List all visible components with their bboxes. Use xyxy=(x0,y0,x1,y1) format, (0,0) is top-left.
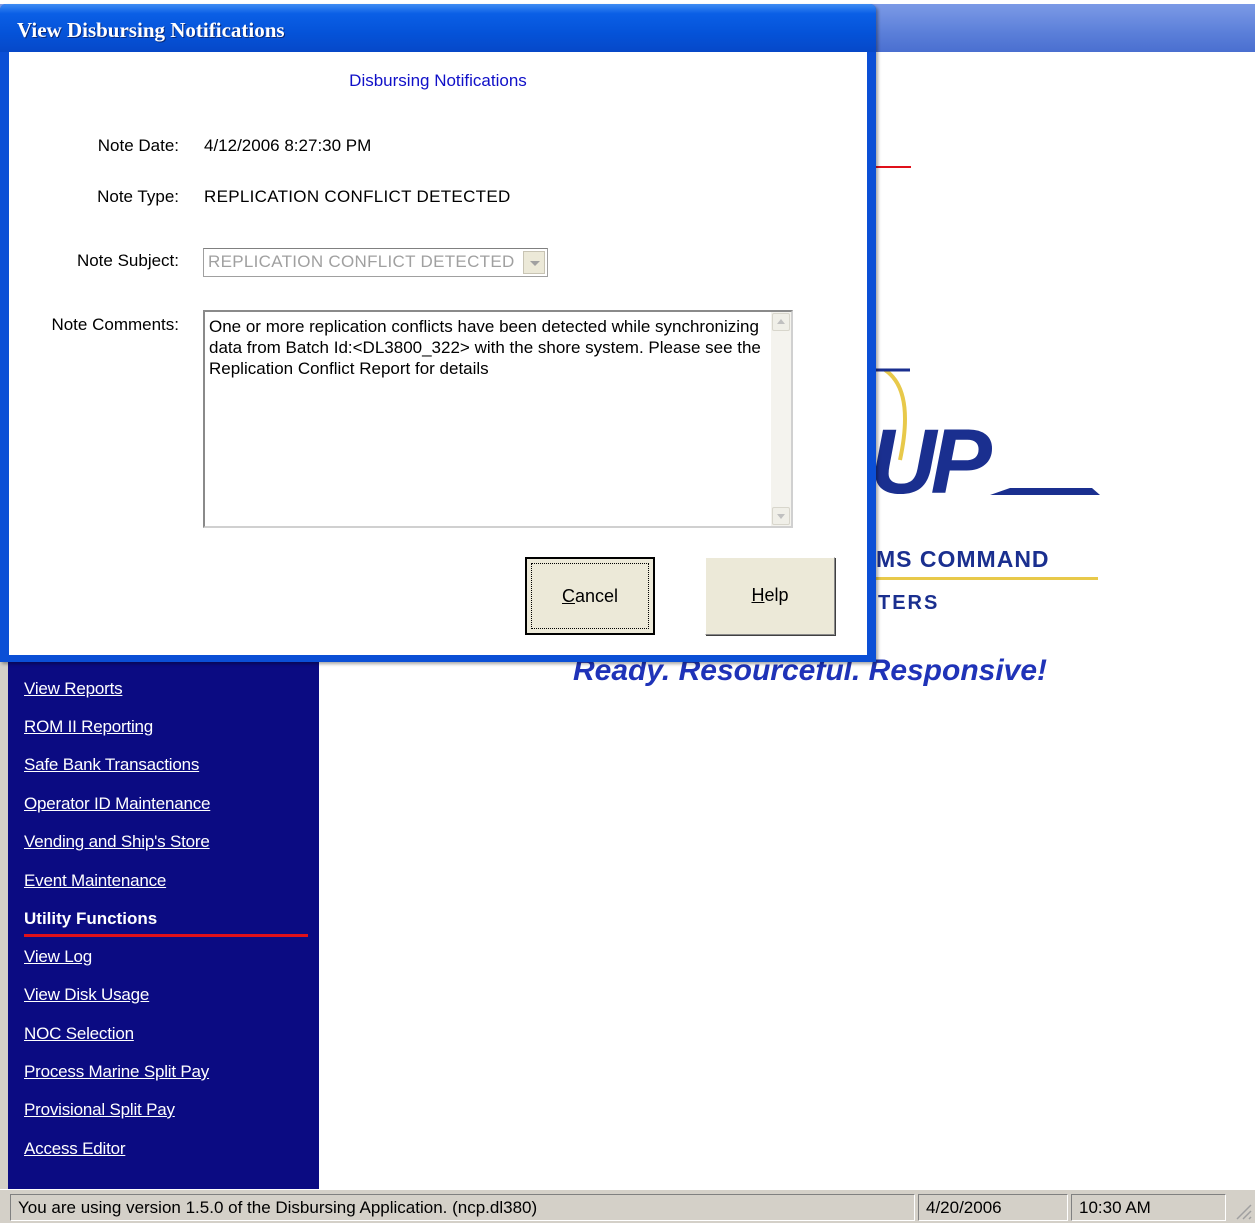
sidebar-item-process-marine-split-pay[interactable]: Process Marine Split Pay xyxy=(24,1062,209,1082)
window-frame-left xyxy=(0,655,8,1189)
sidebar-item-provisional-split-pay[interactable]: Provisional Split Pay xyxy=(24,1100,175,1120)
cancel-button[interactable]: Cancel xyxy=(525,557,655,635)
sidebar: View Reports ROM II Reporting Safe Bank … xyxy=(8,655,319,1189)
help-button[interactable]: Help xyxy=(705,557,835,635)
status-message: You are using version 1.5.0 of the Disbu… xyxy=(10,1194,915,1221)
sidebar-heading-divider xyxy=(24,934,308,937)
dialog-body: Disbursing Notifications Note Date: 4/12… xyxy=(9,52,867,655)
note-comments-textarea[interactable]: One or more replication conflicts have b… xyxy=(203,310,793,528)
status-bar: You are using version 1.5.0 of the Disbu… xyxy=(0,1189,1255,1223)
header-divider xyxy=(873,166,911,168)
resize-grip-icon[interactable] xyxy=(1231,1199,1253,1221)
scroll-up-button[interactable] xyxy=(772,313,790,331)
note-subject-label: Note Subject: xyxy=(76,251,179,270)
org-name-line1: MS COMMAND xyxy=(876,546,1050,572)
note-comments-value: One or more replication conflicts have b… xyxy=(209,317,761,378)
sidebar-item-view-disk-usage[interactable]: View Disk Usage xyxy=(24,985,149,1005)
org-name-line2: TERS xyxy=(878,592,940,614)
org-divider xyxy=(876,577,1098,580)
sidebar-item-rom-ii-reporting[interactable]: ROM II Reporting xyxy=(24,717,153,737)
dialog-title: View Disbursing Notifications xyxy=(17,18,285,42)
note-subject-value: REPLICATION CONFLICT DETECTED xyxy=(208,252,515,271)
help-button-accelerator: H xyxy=(751,585,765,605)
sidebar-item-noc-selection[interactable]: NOC Selection xyxy=(24,1024,134,1044)
note-date-label: Note Date: xyxy=(97,136,179,155)
chevron-up-icon xyxy=(777,319,785,324)
sidebar-item-view-reports[interactable]: View Reports xyxy=(24,679,123,699)
dialog-titlebar[interactable]: View Disbursing Notifications xyxy=(0,4,876,52)
chevron-down-icon xyxy=(530,261,540,266)
note-date-value: 4/12/2006 8:27:30 PM xyxy=(204,136,372,155)
notifications-dialog: View Disbursing Notifications Disbursing… xyxy=(0,4,876,662)
dropdown-button[interactable] xyxy=(523,251,545,274)
note-type-value: REPLICATION CONFLICT DETECTED xyxy=(204,187,511,206)
sidebar-item-safe-bank-transactions[interactable]: Safe Bank Transactions xyxy=(24,755,199,775)
comments-scrollbar[interactable] xyxy=(771,312,791,526)
sidebar-item-operator-id-maintenance[interactable]: Operator ID Maintenance xyxy=(24,794,210,814)
sidebar-item-view-log[interactable]: View Log xyxy=(24,947,92,967)
logo-text: UP xyxy=(870,411,992,513)
sidebar-item-event-maintenance[interactable]: Event Maintenance xyxy=(24,871,166,891)
sidebar-item-access-editor[interactable]: Access Editor xyxy=(24,1139,126,1159)
note-type-label: Note Type: xyxy=(97,187,179,206)
status-date: 4/20/2006 xyxy=(918,1194,1068,1221)
dialog-heading: Disbursing Notifications xyxy=(349,71,527,90)
scroll-down-button[interactable] xyxy=(772,507,790,525)
sidebar-item-vending-ships-store[interactable]: Vending and Ship's Store xyxy=(24,832,210,852)
status-time: 10:30 AM xyxy=(1071,1194,1226,1221)
note-subject-select[interactable]: REPLICATION CONFLICT DETECTED xyxy=(203,248,548,277)
chevron-down-icon xyxy=(777,514,785,519)
help-button-label: elp xyxy=(764,585,789,605)
sidebar-section-heading: Utility Functions xyxy=(24,909,158,928)
focus-rectangle xyxy=(531,563,649,629)
note-comments-label: Note Comments: xyxy=(51,315,179,334)
